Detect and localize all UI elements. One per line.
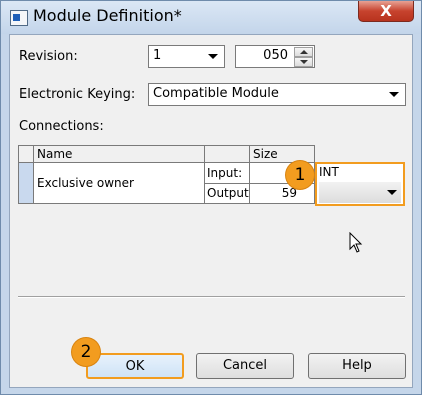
size-column-header: Size xyxy=(249,145,315,163)
connection-name: Exclusive owner xyxy=(37,176,134,190)
data-type-select[interactable]: INT xyxy=(315,162,405,206)
table-row[interactable]: Exclusive owner xyxy=(33,162,205,204)
step-1-badge: 1 xyxy=(286,161,314,189)
data-type-dropdown-button[interactable] xyxy=(319,182,401,203)
electronic-keying-label: Electronic Keying: xyxy=(19,87,136,102)
connections-label: Connections: xyxy=(19,119,104,134)
name-header-text: Name xyxy=(37,147,73,161)
close-button[interactable]: X xyxy=(358,1,414,22)
revision-major-value: 1 xyxy=(153,48,162,63)
chevron-down-icon xyxy=(208,54,218,59)
spin-down-icon[interactable] xyxy=(294,57,313,67)
input-label-cell: Input: xyxy=(204,162,250,184)
spinner-buttons xyxy=(294,47,313,67)
revision-minor-spinner[interactable]: 050 xyxy=(235,45,315,68)
input-label: Input: xyxy=(207,166,243,180)
chevron-down-icon xyxy=(387,190,397,195)
chevron-down-icon xyxy=(389,92,399,97)
data-type-value: INT xyxy=(319,165,339,179)
mouse-cursor-icon xyxy=(349,232,363,253)
module-definition-dialog: Module Definition* X Revision: 1 050 Ele… xyxy=(0,0,422,395)
spin-up-icon[interactable] xyxy=(294,47,313,57)
divider xyxy=(18,296,405,298)
title-bar: Module Definition* X xyxy=(1,1,421,34)
revision-label: Revision: xyxy=(19,49,78,64)
io-column-header xyxy=(204,145,250,163)
window-icon xyxy=(10,10,28,26)
name-column-header: Name xyxy=(33,145,205,163)
electronic-keying-select[interactable]: Compatible Module xyxy=(148,83,406,106)
size-header-text: Size xyxy=(253,147,278,161)
cancel-button[interactable]: Cancel xyxy=(196,353,294,379)
row-header-corner xyxy=(18,145,34,163)
revision-minor-value: 050 xyxy=(263,48,288,63)
help-button[interactable]: Help xyxy=(308,353,406,379)
ok-button[interactable]: OK xyxy=(86,353,184,379)
output-label-cell: Output xyxy=(204,183,250,204)
dialog-body: Revision: 1 050 Electronic Keying: Compa… xyxy=(9,34,413,388)
output-label: Output xyxy=(207,186,249,200)
row-selector[interactable] xyxy=(18,162,34,204)
step-2-badge: 2 xyxy=(72,338,100,366)
window-title: Module Definition* xyxy=(33,6,182,25)
electronic-keying-value: Compatible Module xyxy=(153,86,279,101)
connections-table: Name Size Exclusive owner Input: Output … xyxy=(18,145,405,207)
revision-major-select[interactable]: 1 xyxy=(148,45,225,68)
